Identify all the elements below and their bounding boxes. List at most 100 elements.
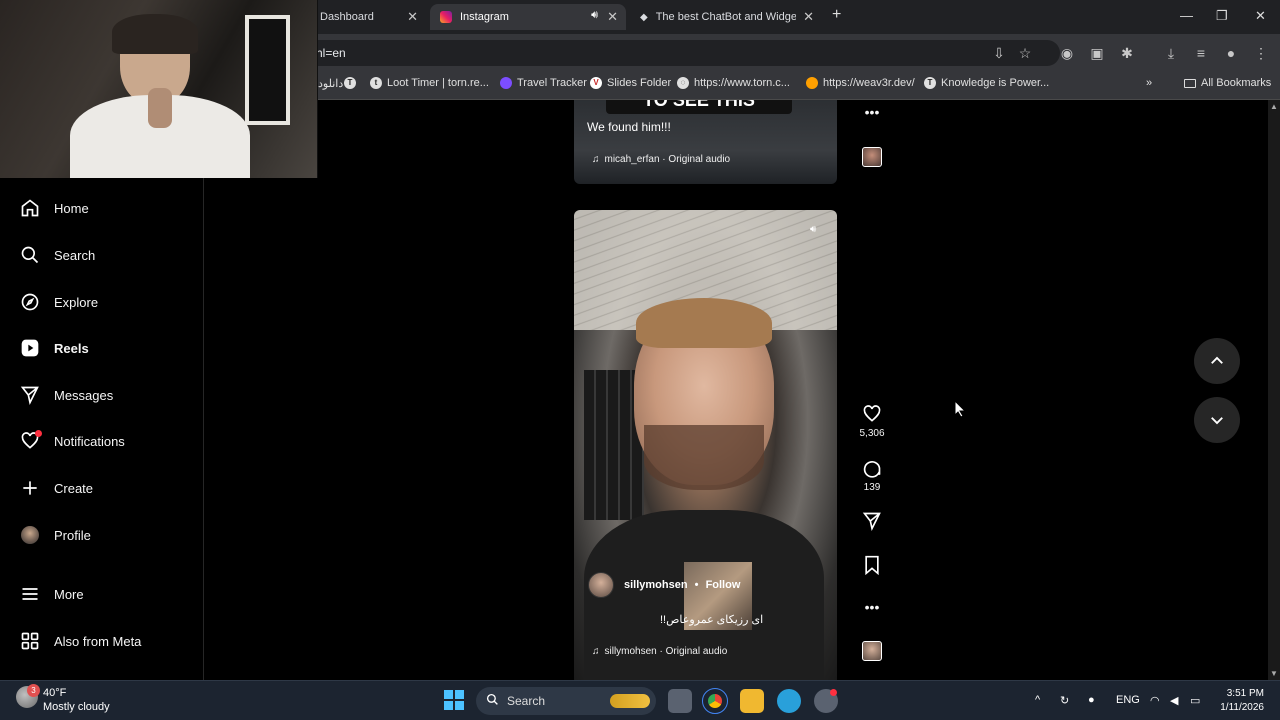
like-button[interactable]: [858, 404, 886, 427]
tab-dashboard[interactable]: Dashboard ✕: [310, 4, 426, 30]
scroll-down-icon[interactable]: ▼: [1270, 669, 1278, 678]
reel-card[interactable]: 🔊︎ sillymohsen • Follow ای رزیکای عمروعا…: [574, 210, 837, 680]
sidebar-item-more[interactable]: More: [20, 582, 84, 606]
chevron-up-icon[interactable]: ^: [1035, 694, 1040, 706]
wifi-icon[interactable]: ◠: [1150, 694, 1160, 707]
new-tab-button[interactable]: +: [832, 6, 841, 24]
more-options-icon[interactable]: •••: [858, 599, 886, 615]
sidebar-item-reels[interactable]: Reels: [20, 336, 89, 360]
extension-icon[interactable]: ▣: [1088, 44, 1106, 62]
messages-icon: [20, 385, 40, 405]
plus-icon: [20, 478, 40, 498]
close-icon[interactable]: ✕: [607, 9, 618, 25]
search-icon: [20, 245, 40, 265]
tab-instagram[interactable]: Instagram 🔊︎ ✕: [430, 4, 626, 30]
task-view-icon[interactable]: [668, 689, 692, 713]
chrome-icon[interactable]: [702, 688, 728, 714]
reel-audio[interactable]: ♫ micah_erfan · Original audio: [592, 154, 730, 165]
avatar: [20, 525, 40, 545]
person-hair: [112, 14, 198, 54]
audio-label: sillymohsen · Original audio: [604, 646, 728, 657]
sidebar-item-home[interactable]: Home: [20, 196, 89, 220]
tab-chatbot[interactable]: ◆ The best ChatBot and Widgets ✕: [630, 4, 822, 30]
restore-icon[interactable]: ❐: [1216, 8, 1228, 24]
speaker-icon[interactable]: 🔊︎: [810, 224, 824, 238]
mouse-cursor: [954, 399, 967, 423]
all-bookmarks[interactable]: All Bookmarks: [1184, 77, 1271, 89]
bookmark-item[interactable]: V Slides Folder: [590, 77, 671, 89]
bookmark-item[interactable]: T: [344, 77, 356, 89]
clock-date[interactable]: 1/11/2026: [1212, 702, 1264, 713]
minimize-icon[interactable]: —: [1180, 8, 1193, 23]
sidebar-item-label: Notifications: [54, 433, 125, 449]
battery-icon[interactable]: ▭: [1190, 694, 1200, 707]
heart-icon: [863, 405, 881, 422]
bookmark-item[interactable]: https://weav3r.dev/: [806, 77, 915, 89]
sidebar-item-notifications[interactable]: Notifications: [20, 429, 125, 453]
sidebar-item-create[interactable]: Create: [20, 476, 93, 500]
share-button[interactable]: [858, 511, 886, 534]
audio-thumbnail[interactable]: [862, 147, 882, 167]
meta-icon: [20, 631, 40, 651]
profile-icon[interactable]: ●: [1222, 44, 1240, 62]
folder-icon: [1184, 78, 1196, 88]
speaker-icon[interactable]: 🔊︎: [591, 9, 598, 22]
bookmark-item[interactable]: Travel Tracker: [500, 77, 587, 89]
extension-icon[interactable]: ◉: [1058, 44, 1076, 62]
sidebar-item-profile[interactable]: Profile: [20, 523, 91, 547]
save-button[interactable]: [858, 555, 886, 578]
close-icon[interactable]: ✕: [803, 9, 814, 25]
previous-reel-button[interactable]: [1194, 338, 1240, 384]
avatar[interactable]: [588, 572, 614, 598]
star-icon[interactable]: ☆: [1016, 44, 1034, 62]
bookmark-item[interactable]: t Loot Timer | torn.re...: [370, 77, 489, 89]
start-button[interactable]: [444, 690, 464, 710]
reel-card[interactable]: TO SEE THIS We found him!!! ♫ micah_erfa…: [574, 100, 837, 184]
reel-caption: ای رزیکای عمروعاص!!: [660, 614, 764, 626]
page-scrollbar[interactable]: ▲ ▼: [1268, 100, 1280, 680]
microphone-icon[interactable]: ●: [1088, 694, 1095, 706]
bookmark-item[interactable]: T Knowledge is Power...: [924, 77, 1049, 89]
next-reel-button[interactable]: [1194, 397, 1240, 443]
notification-dot: [35, 430, 42, 437]
music-note-icon: ♫: [592, 154, 600, 165]
scroll-up-icon[interactable]: ▲: [1270, 102, 1278, 111]
url-field[interactable]: hl=en: [300, 40, 1060, 66]
comment-count: 139: [863, 482, 881, 493]
chatbot-icon: ◆: [640, 11, 648, 23]
menu-icon: [20, 584, 40, 604]
sidebar-item-messages[interactable]: Messages: [20, 383, 113, 407]
close-icon[interactable]: ✕: [407, 9, 418, 25]
chevron-right-icon[interactable]: »: [1146, 77, 1152, 89]
username-link[interactable]: sillymohsen: [624, 579, 688, 591]
menu-dots-icon[interactable]: ⋮: [1252, 44, 1270, 62]
sync-icon[interactable]: ↻: [1060, 694, 1069, 707]
loot-icon: t: [370, 77, 382, 89]
volume-icon[interactable]: ◀: [1170, 694, 1178, 707]
tab-label: Dashboard: [320, 11, 374, 23]
reel-audio[interactable]: ♫ sillymohsen · Original audio: [592, 646, 727, 657]
follow-button[interactable]: Follow: [706, 579, 741, 591]
sidebar-item-search[interactable]: Search: [20, 243, 95, 267]
download-icon[interactable]: ⤓: [1162, 44, 1180, 62]
file-explorer-icon[interactable]: [740, 689, 764, 713]
close-window-icon[interactable]: ✕: [1255, 8, 1266, 24]
puzzle-icon[interactable]: ✱: [1118, 44, 1136, 62]
taskbar-search[interactable]: Search: [476, 687, 656, 715]
bookmark-item[interactable]: ◌ https://www.torn.c...: [677, 77, 790, 89]
reel-user-row: sillymohsen • Follow: [624, 579, 740, 591]
sidebar-item-explore[interactable]: Explore: [20, 290, 98, 314]
audio-thumbnail[interactable]: [862, 641, 882, 661]
language-indicator[interactable]: ENG: [1116, 694, 1140, 706]
sidebar-item-meta[interactable]: Also from Meta: [20, 629, 141, 653]
media-icon[interactable]: ≡: [1192, 44, 1210, 62]
comment-button[interactable]: [858, 458, 886, 481]
clock-time[interactable]: 3:51 PM: [1218, 688, 1264, 699]
url-text: hl=en: [316, 46, 346, 60]
install-icon[interactable]: ⇩: [990, 44, 1008, 62]
more-options-icon[interactable]: •••: [858, 104, 886, 120]
bookmark-item[interactable]: دانلود: [318, 77, 343, 90]
telegram-icon[interactable]: [777, 689, 801, 713]
audio-label: micah_erfan · Original audio: [604, 154, 731, 165]
reel-caption: We found him!!!: [587, 120, 671, 134]
